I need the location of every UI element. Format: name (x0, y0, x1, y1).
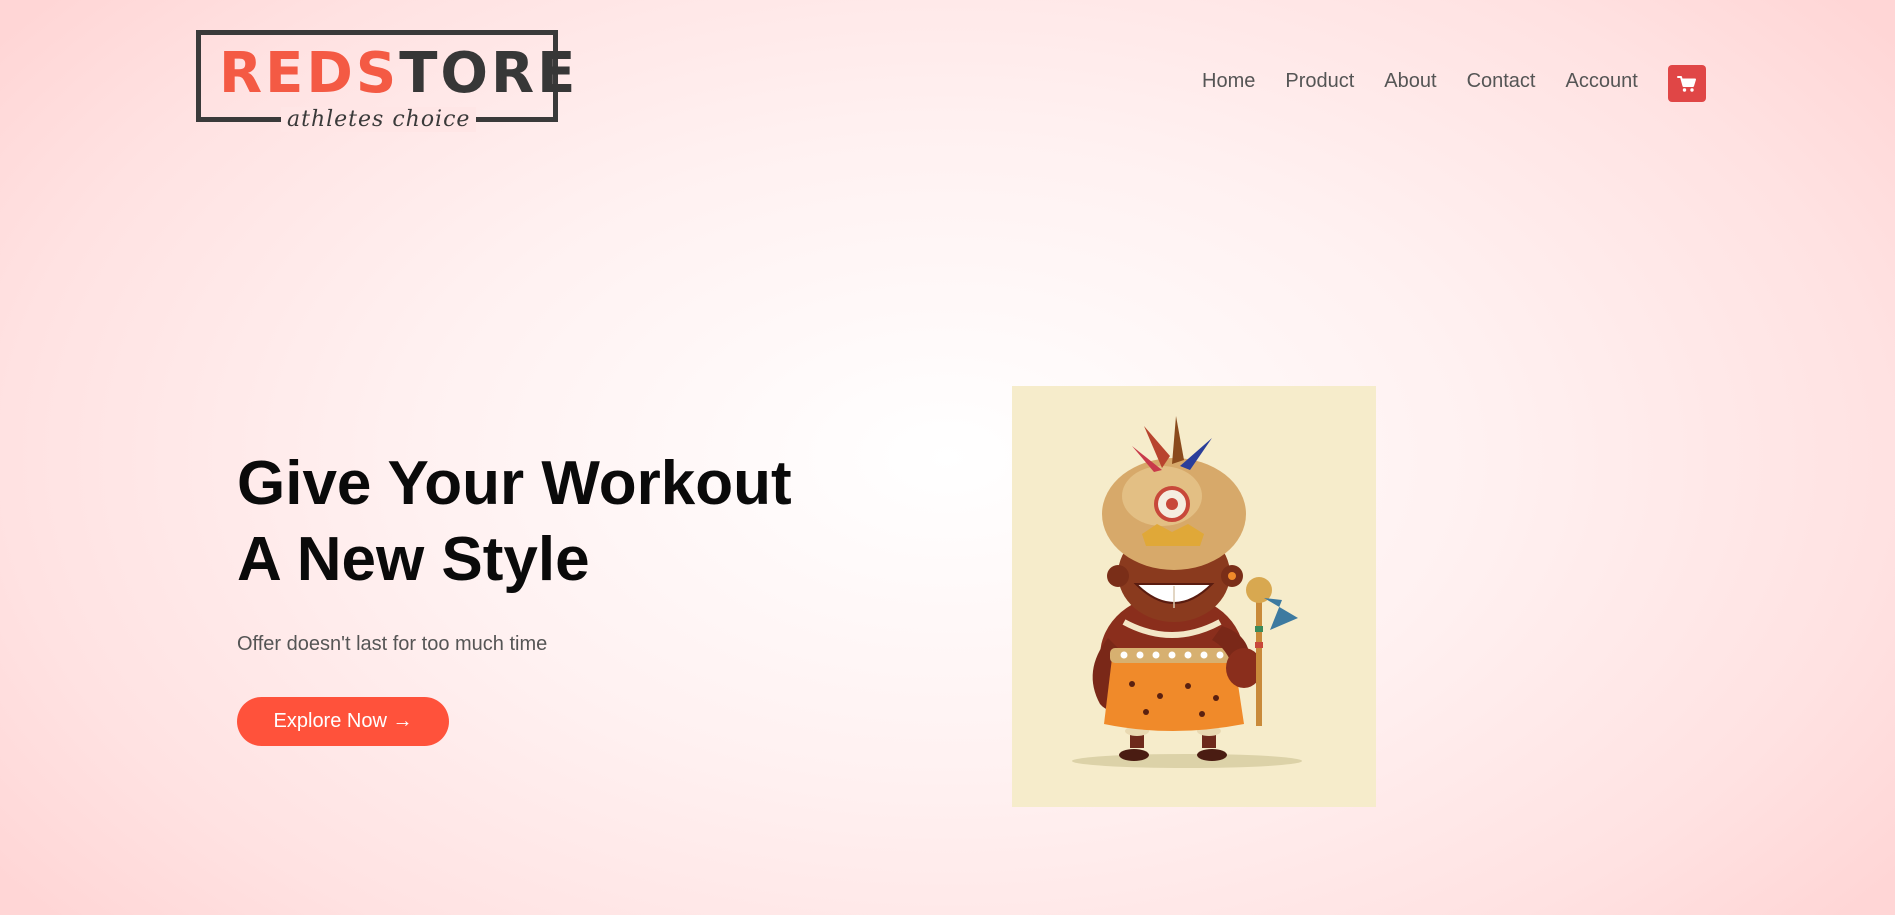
logo-word-red: REDS (219, 41, 400, 106)
logo-tagline-container: athletes choice (281, 107, 477, 132)
cart-button[interactable] (1668, 65, 1706, 102)
hero-subtitle: Offer doesn't last for too much time (237, 633, 548, 655)
logo-wordmark: REDSTORE (219, 41, 578, 107)
tribal-chief-illustration (1072, 416, 1302, 768)
site-logo[interactable]: REDSTORE athletes choice (196, 30, 575, 132)
explore-now-button[interactable]: Explore Now → (237, 697, 449, 746)
hero-title: Give Your Workout A New Style (237, 446, 792, 598)
shopping-cart-icon (1677, 75, 1696, 92)
logo-word-dark: TORE (399, 41, 579, 106)
hero-image (1012, 386, 1376, 807)
nav-item-about[interactable]: About (1384, 70, 1436, 93)
nav-item-product[interactable]: Product (1285, 70, 1354, 93)
hero-title-line-2: A New Style (237, 525, 590, 594)
nav-item-account[interactable]: Account (1566, 70, 1638, 93)
hero-title-line-1: Give Your Workout (237, 449, 792, 518)
logo-tagline: athletes choice (287, 107, 471, 132)
main-nav: Home Product About Contact Account (1202, 70, 1668, 93)
nav-item-contact[interactable]: Contact (1467, 70, 1536, 93)
nav-item-home[interactable]: Home (1202, 70, 1255, 93)
